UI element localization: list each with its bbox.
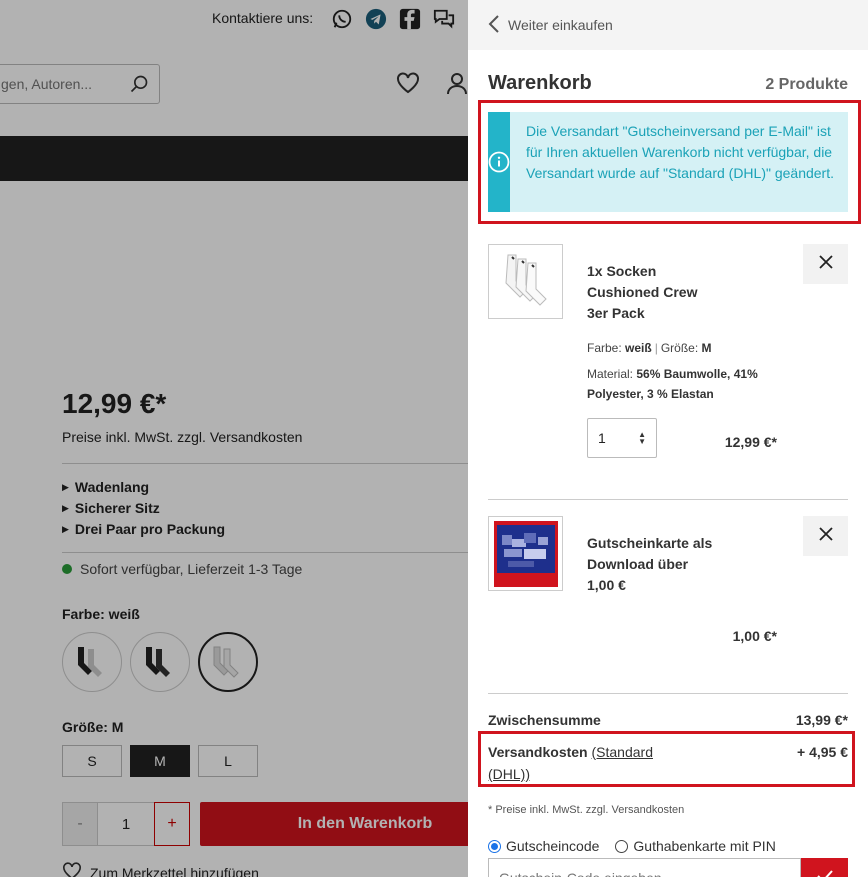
chevron-left-icon	[488, 14, 500, 37]
close-icon	[818, 526, 834, 547]
product-thumbnail[interactable]	[488, 244, 563, 319]
voucher-code-input[interactable]	[489, 859, 800, 877]
cart-header: Warenkorb 2 Produkte	[488, 72, 848, 95]
color-attr-label: Farbe:	[587, 341, 622, 355]
remove-item-button[interactable]	[803, 244, 848, 284]
spinner-arrows-icon: ▲ ▼	[638, 430, 646, 446]
price-footnote: * Preise inkl. MwSt. zzgl. Versandkosten	[488, 804, 685, 816]
shipping-label-group: Versandkosten (Standard (DHL))	[488, 741, 678, 785]
checkmark-icon	[816, 869, 834, 877]
shipping-change-notice: Die Versandart "Gutscheinversand per E-M…	[488, 112, 848, 212]
shipping-label: Versandkosten	[488, 744, 588, 760]
color-attr-value: weiß	[625, 341, 652, 355]
divider	[488, 499, 848, 500]
gift-card-pin-label: Guthabenkarte mit PIN	[633, 838, 776, 854]
continue-shopping-button[interactable]: Weiter einkaufen	[468, 0, 868, 50]
remove-item-button[interactable]	[803, 516, 848, 556]
product-name[interactable]: Gutscheinkarte als Download über 1,00 €	[587, 533, 717, 596]
product-material: Material: 56% Baumwolle, 41% Polyester, …	[587, 364, 777, 404]
item-quantity-value: 1	[598, 430, 606, 446]
close-icon	[818, 254, 834, 275]
radio-selected-icon	[488, 839, 501, 853]
continue-shopping-label: Weiter einkaufen	[508, 17, 613, 33]
shipping-cost-value: + 4,95 €	[797, 744, 848, 760]
gift-card-pin-radio[interactable]: Guthabenkarte mit PIN	[615, 838, 776, 854]
subtotal-label: Zwischensumme	[488, 712, 601, 728]
item-price: 12,99 €*	[724, 434, 777, 450]
size-attr-label: Größe:	[660, 341, 699, 355]
radio-unselected-icon	[615, 839, 629, 853]
info-icon	[488, 112, 510, 212]
apply-voucher-button[interactable]	[801, 858, 848, 877]
notice-text: Die Versandart "Gutscheinversand per E-M…	[526, 123, 834, 181]
material-label: Material:	[587, 367, 634, 381]
item-quantity-select[interactable]: 1 ▲ ▼	[587, 418, 657, 458]
product-variant: Farbe: weiß | Größe: M	[587, 341, 712, 355]
shipping-cost-row: Versandkosten (Standard (DHL)) + 4,95 €	[488, 741, 848, 785]
cart-drawer: Weiter einkaufen Warenkorb 2 Produkte Di…	[468, 0, 868, 877]
voucher-input-box	[488, 858, 801, 877]
item-price: 1,00 €*	[732, 628, 777, 644]
voucher-type-options: Gutscheincode Guthabenkarte mit PIN	[488, 838, 776, 854]
product-thumbnail[interactable]	[488, 516, 563, 591]
voucher-code-radio[interactable]: Gutscheincode	[488, 838, 599, 854]
subtotal-value: 13,99 €*	[795, 712, 848, 728]
cart-product-count: 2 Produkte	[765, 76, 848, 93]
size-attr-value: M	[701, 341, 712, 355]
cart-title: Warenkorb	[488, 72, 592, 94]
divider	[488, 693, 848, 694]
voucher-code-label: Gutscheincode	[506, 838, 600, 854]
product-name[interactable]: 1x Socken Cushioned Crew 3er Pack	[587, 261, 717, 324]
subtotal-row: Zwischensumme 13,99 €*	[488, 712, 848, 728]
